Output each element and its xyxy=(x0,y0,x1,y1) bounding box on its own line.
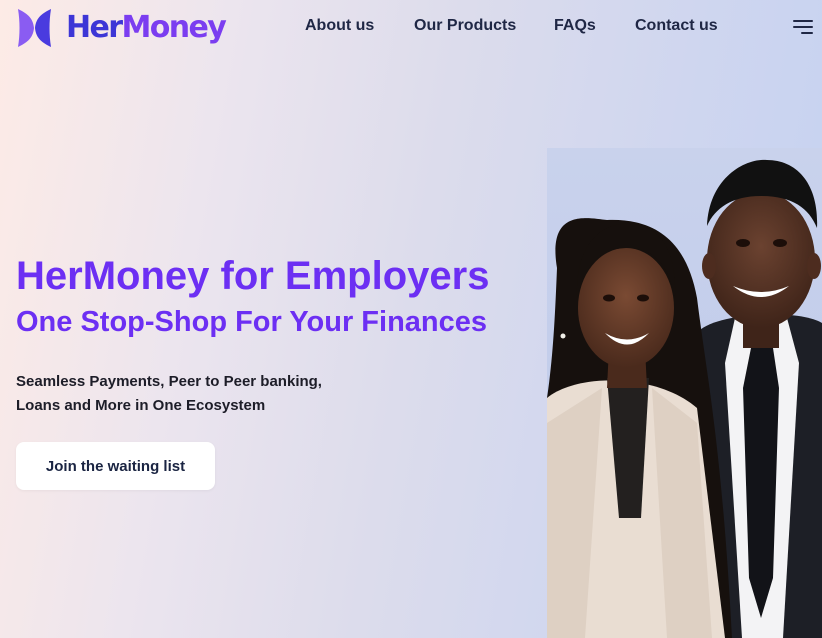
hamburger-menu-icon xyxy=(793,20,813,34)
nav-link-about-us[interactable]: About us xyxy=(305,17,374,35)
nav-link-our-products[interactable]: Our Products xyxy=(414,17,516,35)
smiling-professional-woman-and-man-photo xyxy=(547,148,822,638)
hamburger-menu-button[interactable] xyxy=(789,18,815,38)
brand-logo[interactable]: HerMoney xyxy=(17,6,227,50)
hero-description-line-2: Loans and More in One Ecosystem xyxy=(16,397,266,414)
hero-description-line-1: Seamless Payments, Peer to Peer banking, xyxy=(16,373,322,390)
nav-link-contact-us[interactable]: Contact us xyxy=(635,17,718,35)
nav-link-faqs[interactable]: FAQs xyxy=(554,17,596,35)
hero-title: HerMoney for Employers xyxy=(16,254,490,298)
butterfly-logo-icon xyxy=(18,9,51,47)
hero-description: Seamless Payments, Peer to Peer banking,… xyxy=(16,370,376,418)
join-waiting-list-button[interactable]: Join the waiting list xyxy=(16,442,215,490)
top-navigation-bar: HerMoney About us Our Products FAQs Cont… xyxy=(0,0,822,56)
hero-heading-block: HerMoney for Employers One Stop-Shop For… xyxy=(16,250,556,342)
brand-wordmark-money: Money xyxy=(121,10,226,45)
brand-wordmark: HerMoney xyxy=(66,10,227,45)
brand-wordmark-her: Her xyxy=(66,10,123,45)
hero-subtitle: One Stop-Shop For Your Finances xyxy=(16,306,488,338)
hero-photo xyxy=(547,148,822,638)
